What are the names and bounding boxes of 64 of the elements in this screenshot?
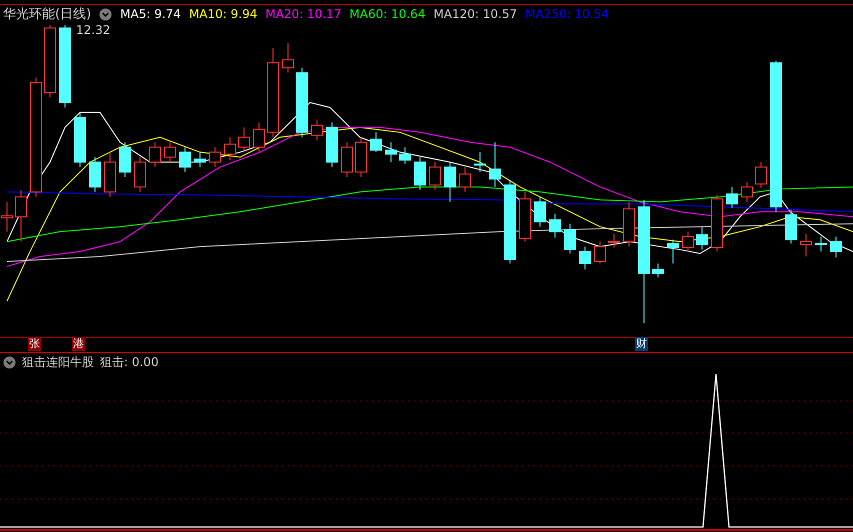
- moving-average-value: MA250: 10.54: [525, 7, 609, 21]
- event-badge[interactable]: 财: [635, 337, 648, 351]
- candlestick: [444, 162, 456, 202]
- chart-title: 华光环能(日线): [3, 6, 92, 23]
- candlestick: [564, 223, 576, 254]
- candlestick: [785, 209, 797, 244]
- candlestick: [326, 122, 338, 168]
- candlestick: [474, 152, 486, 173]
- candlestick: [830, 236, 842, 258]
- candlestick: [489, 142, 501, 188]
- candlestick: [119, 142, 131, 178]
- candlestick: [15, 189, 27, 242]
- moving-average-value: MA120: 10.57: [433, 7, 518, 21]
- moving-average-value: MA20: 10.17: [265, 7, 342, 21]
- candlestick: [238, 126, 250, 153]
- moving-average-value: MA60: 10.64: [349, 7, 426, 21]
- candlestick: [534, 196, 546, 228]
- moving-average-value: MA10: 9.94: [188, 7, 258, 21]
- candlestick: [179, 146, 191, 173]
- candlestick: [429, 162, 441, 190]
- candlestick: [519, 191, 531, 242]
- candlestick: [682, 231, 694, 252]
- candlestick: [741, 181, 753, 202]
- candlestick: [399, 146, 411, 165]
- candlestick: [711, 194, 723, 252]
- candlestick: [726, 186, 738, 208]
- candlestick: [414, 156, 426, 190]
- candlestick: [311, 120, 323, 141]
- candlestick: [459, 166, 471, 192]
- moving-average-value: MA5: 9.74: [120, 7, 181, 21]
- candlestick: [355, 136, 367, 178]
- candlestick: [224, 136, 236, 161]
- candlestick: [209, 146, 221, 168]
- event-badge[interactable]: 张: [28, 337, 41, 351]
- candlestick: [341, 142, 353, 178]
- event-badge[interactable]: 港: [72, 337, 85, 351]
- candlestick: [104, 152, 116, 198]
- candlestick: [755, 162, 767, 188]
- candlestick: [594, 241, 606, 264]
- candlestick: [134, 156, 146, 192]
- candlestick: [696, 226, 708, 250]
- candlestick: [194, 152, 206, 168]
- candlestick: [652, 262, 664, 278]
- candlestick: [253, 122, 265, 153]
- dropdown-icon[interactable]: [3, 356, 16, 368]
- candlestick: [579, 246, 591, 270]
- candlestick: [282, 42, 294, 74]
- indicator-reading: 狙击: 0.00: [100, 354, 159, 370]
- candlestick: [385, 142, 397, 163]
- candlestick: [370, 132, 382, 153]
- candlestick: [800, 233, 812, 257]
- candlestick: [815, 236, 827, 252]
- candlestick: [74, 112, 86, 168]
- candlestick: [667, 239, 679, 264]
- candlestick: [549, 213, 561, 238]
- candlestick: [89, 156, 101, 192]
- max-price-label: 12.32: [76, 23, 110, 37]
- dropdown-icon[interactable]: [99, 8, 112, 20]
- candlestick: [164, 142, 176, 163]
- candlestick: [608, 233, 620, 248]
- candlestick: [296, 67, 308, 138]
- candlestick: [623, 201, 635, 248]
- indicator-title: 狙击连阳牛股: [22, 354, 94, 370]
- candlestick: [149, 142, 161, 168]
